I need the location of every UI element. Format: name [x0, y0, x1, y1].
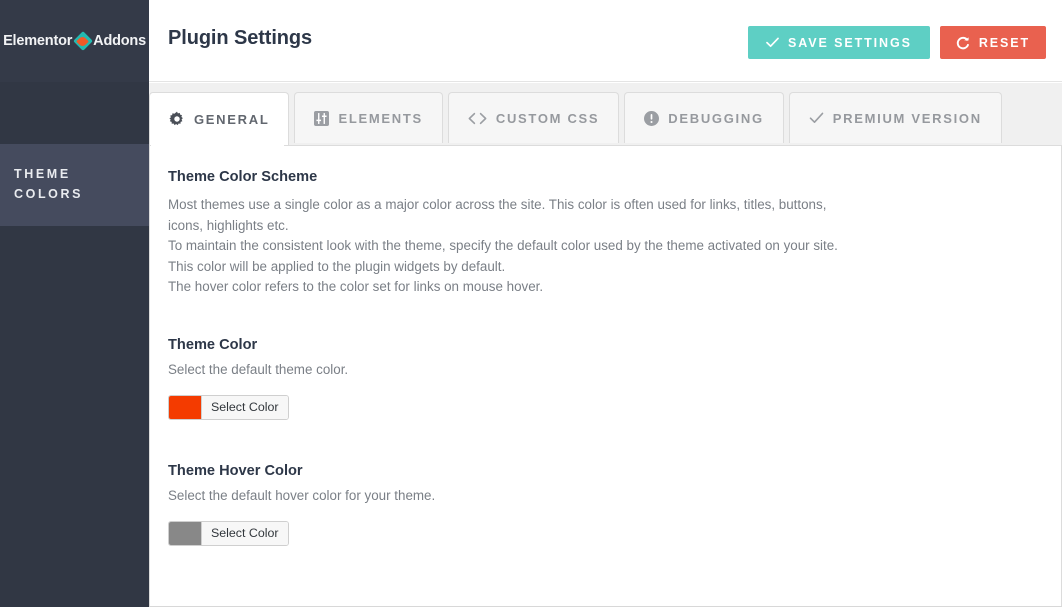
save-settings-label: Save Settings: [788, 36, 912, 50]
exclamation-circle-icon: [644, 111, 659, 126]
reset-button[interactable]: Reset: [940, 26, 1046, 59]
gear-icon: [169, 111, 185, 127]
check-icon: [766, 37, 779, 48]
sidebar: Elementor Addons Theme Colors: [0, 0, 149, 607]
tab-debugging-label: Debugging: [668, 111, 763, 126]
theme-color-picker-label: Select Color: [202, 396, 288, 419]
code-brackets-icon: [468, 112, 487, 125]
page-header: Plugin Settings Save Settings Reset: [149, 0, 1062, 82]
settings-content: Theme Color Scheme Most themes use a sin…: [149, 145, 1062, 606]
tab-premium-version[interactable]: Premium Version: [789, 92, 1002, 143]
field-theme-color: Theme Color Select the default theme col…: [168, 337, 1042, 424]
tab-general[interactable]: General: [149, 92, 289, 145]
sidebar-item-theme-colors[interactable]: Theme Colors: [0, 144, 149, 226]
section-paragraph: The hover color refers to the color set …: [168, 277, 838, 298]
field-title: Theme Hover Color: [168, 463, 1042, 479]
theme-color-swatch[interactable]: [169, 396, 202, 419]
theme-color-picker[interactable]: Select Color: [168, 395, 289, 420]
sidebar-item-label: Theme Colors: [14, 167, 83, 201]
tab-elements[interactable]: Elements: [294, 92, 442, 143]
section-paragraph: Most themes use a single color as a majo…: [168, 195, 838, 236]
reset-label: Reset: [979, 36, 1030, 50]
tab-debugging[interactable]: Debugging: [624, 92, 783, 143]
brand-text-left: Elementor: [3, 33, 72, 49]
section-description: Most themes use a single color as a majo…: [168, 195, 838, 298]
field-description: Select the default theme color.: [168, 362, 1042, 377]
page-title: Plugin Settings: [168, 27, 312, 50]
field-theme-hover-color: Theme Hover Color Select the default hov…: [168, 463, 1042, 550]
sliders-icon: [314, 111, 329, 126]
plugin-settings-page: Elementor Addons Theme Colors Plugin Set…: [0, 0, 1062, 607]
section-title: Theme Color Scheme: [168, 169, 1042, 185]
field-title: Theme Color: [168, 337, 1042, 353]
header-actions: Save Settings Reset: [748, 26, 1046, 59]
theme-hover-color-picker[interactable]: Select Color: [168, 521, 289, 546]
field-description: Select the default hover color for your …: [168, 488, 1042, 503]
section-paragraph: To maintain the consistent look with the…: [168, 236, 838, 277]
theme-hover-color-picker-label: Select Color: [202, 522, 288, 545]
tab-elements-label: Elements: [338, 111, 422, 126]
elementor-diamond-icon: [73, 32, 92, 51]
save-settings-button[interactable]: Save Settings: [748, 26, 930, 59]
tab-strip: General Elements: [149, 83, 1062, 145]
brand-logo: Elementor Addons: [0, 0, 149, 82]
tab-premium-version-label: Premium Version: [833, 111, 982, 126]
reset-circle-icon: [956, 36, 970, 50]
brand-text-right: Addons: [93, 33, 146, 49]
check-icon: [809, 112, 824, 124]
tab-general-label: General: [194, 112, 269, 127]
theme-hover-color-swatch[interactable]: [169, 522, 202, 545]
tab-custom-css[interactable]: Custom CSS: [448, 92, 619, 143]
tab-custom-css-label: Custom CSS: [496, 111, 599, 126]
sidebar-spacer: [0, 82, 149, 144]
